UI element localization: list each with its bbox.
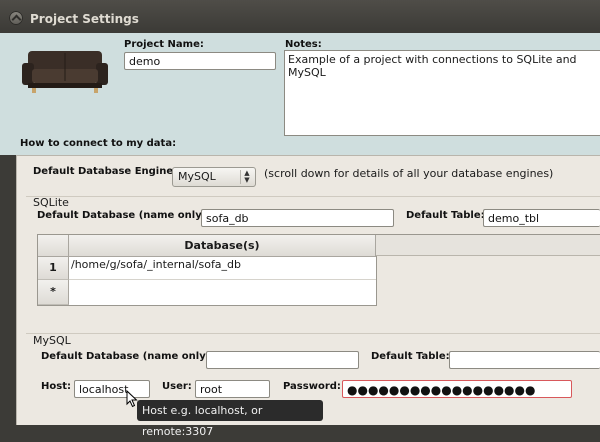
notes-textarea[interactable]: Example of a project with connections to… bbox=[284, 50, 600, 136]
sqlite-default-table-label: Default Table: bbox=[406, 210, 485, 221]
mysql-group-label: MySQL bbox=[33, 334, 71, 347]
mysql-password-label: Password: bbox=[283, 381, 341, 392]
close-icon[interactable] bbox=[9, 11, 23, 25]
mysql-default-db-label: Default Database (name only): bbox=[41, 351, 215, 362]
grid-row-header[interactable]: * bbox=[38, 280, 69, 305]
mysql-default-table-label: Default Table: bbox=[371, 351, 450, 362]
mysql-password-input[interactable]: ●●●●●●●●●●●●●●●●●● bbox=[342, 380, 572, 398]
engine-select-value: MySQL bbox=[178, 170, 216, 183]
connect-heading: How to connect to my data: bbox=[20, 138, 177, 149]
mysql-user-label: User: bbox=[162, 381, 192, 392]
project-name-label: Project Name: bbox=[124, 39, 204, 50]
mysql-user-input[interactable]: root bbox=[195, 380, 270, 398]
notes-label: Notes: bbox=[285, 39, 322, 50]
engine-select[interactable]: MySQL ▲ ▼ bbox=[172, 167, 256, 187]
mysql-default-db-input[interactable] bbox=[206, 351, 359, 369]
project-name-input[interactable]: demo bbox=[124, 52, 276, 70]
grid-header-filler bbox=[376, 234, 600, 256]
mysql-default-table-input[interactable] bbox=[449, 351, 600, 369]
grid-column-header[interactable]: Database(s) bbox=[69, 235, 376, 257]
sqlite-default-table-input[interactable]: demo_tbl bbox=[483, 209, 600, 227]
mouse-pointer-icon bbox=[126, 390, 138, 408]
sqlite-databases-grid[interactable]: Database(s) 1 /home/g/sofa/_internal/sof… bbox=[37, 234, 377, 306]
host-tooltip: Host e.g. localhost, or remote:3307 bbox=[137, 400, 323, 438]
sqlite-default-db-input[interactable]: sofa_db bbox=[201, 209, 394, 227]
grid-cell[interactable]: /home/g/sofa/_internal/sofa_db bbox=[69, 257, 376, 280]
grid-corner bbox=[38, 235, 69, 257]
grid-row-header[interactable]: 1 bbox=[38, 257, 69, 280]
window-title: Project Settings bbox=[30, 12, 139, 26]
sqlite-default-db-label: Default Database (name only): bbox=[37, 210, 211, 221]
updown-arrows-icon: ▲ ▼ bbox=[240, 170, 253, 184]
sofa-image bbox=[22, 51, 108, 93]
sqlite-group-label: SQLite bbox=[33, 196, 69, 209]
engine-label: Default Database Engine: bbox=[33, 166, 178, 177]
grid-cell[interactable] bbox=[69, 280, 376, 305]
mysql-host-input[interactable]: localhost bbox=[74, 380, 150, 398]
engine-hint: (scroll down for details of all your dat… bbox=[264, 167, 554, 180]
mysql-host-label: Host: bbox=[41, 381, 71, 392]
